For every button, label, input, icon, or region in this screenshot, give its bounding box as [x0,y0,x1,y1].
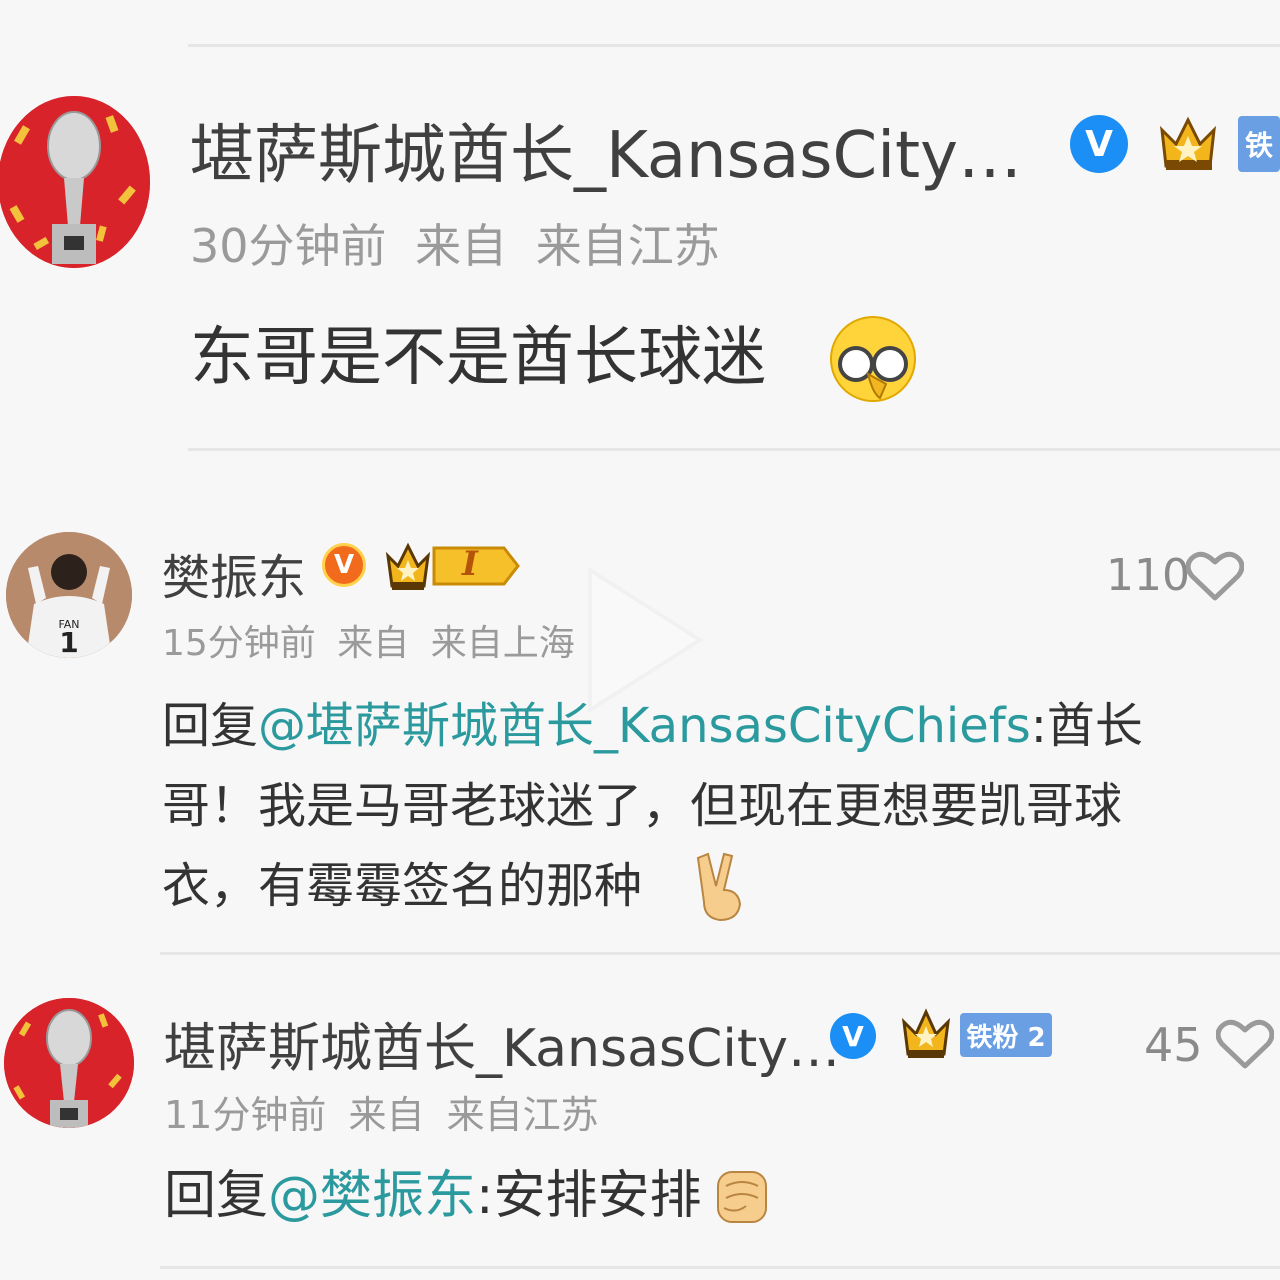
verified-blue-icon: V [830,1013,876,1059]
player-avatar-image: FAN 1 [6,532,132,658]
avatar[interactable]: FAN 1 [6,532,132,658]
comment-meta: 11分钟前 来自 来自江苏 [164,1084,599,1139]
from-label: 来自 [348,1093,425,1137]
like-count: 110 [1106,550,1190,601]
glasses-face-emoji-icon [830,316,916,402]
username[interactable]: 堪萨斯城酋长_KansasCity… [164,1006,840,1081]
fan-level-tag: 铁粉 2 [960,1013,1052,1057]
avatar[interactable] [0,96,150,268]
reply-prefix: 回复 [162,698,259,754]
avatar-jersey-number: 1 [59,626,78,658]
from-label: 来自 [415,219,508,273]
fan-level-tag: 铁 [1238,116,1280,172]
comment-time: 30分钟前 [190,219,387,273]
divider [160,1266,1280,1269]
badge-level: I [462,544,478,584]
verified-blue-icon: V [1070,115,1128,173]
comment-location: 来自江苏 [535,219,720,273]
divider [160,952,1280,955]
reply-prefix: 回复 [164,1166,269,1226]
comment-location: 来自江苏 [446,1093,599,1137]
comment-meta: 30分钟前 来自 来自江苏 [190,210,720,276]
comment-meta: 15分钟前 来自 来自上海 [162,614,575,666]
like-count: 45 [1144,1018,1203,1072]
heart-icon[interactable] [1216,1018,1274,1070]
comment-text: 回复@樊振东:安排安排 [164,1166,702,1226]
victory-hand-emoji-icon [696,852,742,922]
comment-time: 11分钟前 [164,1093,327,1137]
comment-feed: 堪萨斯城酋长_KansasCity… V 铁 30分钟前 来自 来自江苏 东哥是… [0,0,1280,1280]
fist-emoji-icon [717,1171,767,1223]
comment-location: 来自上海 [430,623,575,664]
verified-orange-icon: V [322,543,366,587]
trophy-avatar-image [0,96,150,268]
trophy-avatar-image [4,998,134,1128]
crown-level-badge-icon [385,542,520,590]
divider [188,448,1280,451]
username[interactable]: 樊振东 [162,538,306,608]
heart-icon[interactable] [1186,550,1244,602]
crown-badge-icon [1160,116,1216,170]
mention-link[interactable]: @樊振东 [268,1166,476,1226]
username[interactable]: 堪萨斯城酋长_KansasCity… [190,104,1022,196]
from-label: 来自 [337,623,410,664]
comment-text: 东哥是不是酋长球迷 [190,321,766,395]
avatar[interactable] [4,998,134,1128]
comment-time: 15分钟前 [162,623,316,664]
divider [188,44,1280,47]
mention-link[interactable]: @堪萨斯城酋长_KansasCityChiefs [258,698,1031,754]
